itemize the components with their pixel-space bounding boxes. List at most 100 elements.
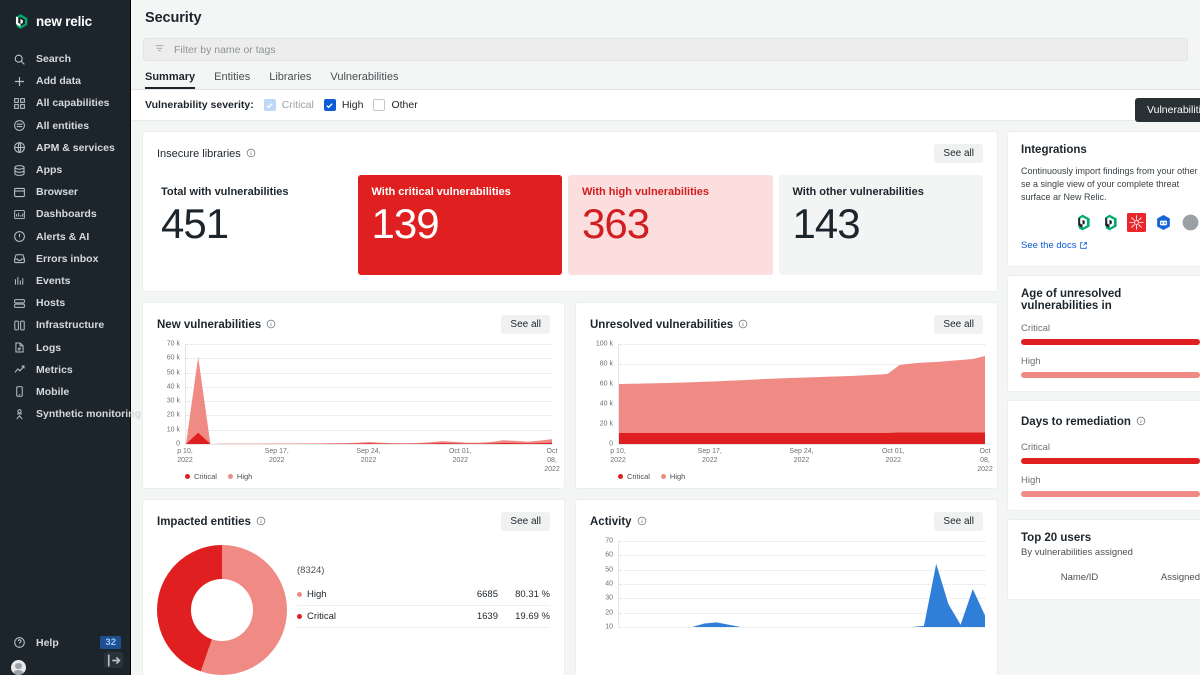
- main-area: Security Filter by name or tags Summary …: [131, 0, 1200, 675]
- x-tick-label: Sep 24, 2022: [789, 448, 814, 464]
- checkbox-critical-label: Critical: [281, 99, 314, 111]
- sidebar-item-infrastructure[interactable]: Infrastructure: [0, 314, 130, 336]
- y-tick-label: 10 k: [166, 426, 180, 434]
- new-vulnerabilities-card: New vulnerabilities See all 0 10 k 20 k 30 …: [142, 302, 565, 489]
- y-tick-label: 80 k: [599, 360, 613, 368]
- sidebar-item-synthetic-monitoring[interactable]: Synthetic monitoring: [0, 403, 141, 425]
- legend-label: High: [307, 589, 327, 600]
- checkbox-other-box: [373, 99, 386, 111]
- checkbox-other[interactable]: Other: [373, 99, 418, 111]
- search-input[interactable]: Filter by name or tags: [143, 38, 1188, 61]
- sidebar-item-label: Synthetic monitoring: [36, 408, 141, 421]
- y-tick-label: 0: [609, 440, 613, 448]
- info-icon[interactable]: [1136, 413, 1146, 431]
- sidebar-item-label: All entities: [36, 119, 90, 132]
- tab-vulnerabilities[interactable]: Vulnerabilities: [330, 71, 398, 89]
- see-all-new-vulnerabilities[interactable]: See all: [501, 315, 550, 334]
- sidebar-item-dashboards[interactable]: Dashboards: [0, 203, 130, 225]
- app-root: new relic Search Add data All capabiliti…: [0, 0, 1200, 675]
- sidebar-item-browser[interactable]: Browser: [0, 181, 130, 203]
- legend-label: High: [669, 472, 686, 481]
- area-series: [186, 356, 552, 444]
- activity-card: Activity See all 10 20 30 40 50 60 70: [575, 499, 998, 675]
- days-to-remediation-label-high: High: [1021, 475, 1041, 487]
- sidebar-item-logs[interactable]: Logs: [0, 336, 130, 358]
- legend-dot: [618, 474, 623, 479]
- checkbox-high[interactable]: High: [323, 99, 363, 111]
- alert-icon: [13, 230, 26, 243]
- dashboard-content: Insecure libraries See all Total with vu…: [131, 121, 1200, 675]
- document-icon: [13, 341, 26, 354]
- new-vulnerabilities-plot[interactable]: 0 10 k 20 k 30 k 40 k 50 k 60 k 70 k: [155, 341, 552, 448]
- sidebar-item-errors-inbox[interactable]: Errors inbox: [0, 248, 130, 270]
- sidebar-item-apps[interactable]: Apps: [0, 159, 130, 181]
- tab-libraries[interactable]: Libraries: [269, 71, 311, 89]
- x-tick-label: Oct 01, 2022: [881, 448, 905, 464]
- legend-item-high[interactable]: High: [227, 472, 252, 481]
- sidebar-item-mobile[interactable]: Mobile: [0, 381, 130, 403]
- chart-legend: Critical High: [606, 472, 997, 481]
- grid-line: [619, 627, 985, 628]
- avatar[interactable]: [11, 660, 26, 675]
- info-icon[interactable]: [738, 316, 748, 334]
- sidebar-item-events[interactable]: Events: [0, 270, 130, 292]
- legend-item-critical[interactable]: Critical: [185, 472, 217, 481]
- donut-legend-row-high[interactable]: High 6685 80.31 %: [297, 584, 550, 606]
- activity-plot[interactable]: 10 20 30 40 50 60 70: [588, 538, 985, 631]
- sidebar-item-metrics[interactable]: Metrics: [0, 359, 130, 381]
- legend-label: Critical: [307, 611, 337, 622]
- y-tick-label: 30 k: [166, 397, 180, 405]
- stat-value: 143: [792, 200, 861, 247]
- donut-chart[interactable]: [157, 545, 287, 675]
- tab-entities[interactable]: Entities: [214, 71, 250, 89]
- info-icon[interactable]: [637, 513, 647, 531]
- sidebar-footer: Help 32: [0, 631, 130, 675]
- y-axis: 10 20 30 40 50 60 70: [588, 538, 616, 631]
- info-icon[interactable]: [256, 513, 266, 531]
- insecure-libraries-title: Insecure libraries: [157, 147, 241, 160]
- stat-total-with-vulnerabilities[interactable]: Total with vulnerabilities 451: [157, 175, 352, 275]
- see-all-activity[interactable]: See all: [934, 512, 983, 531]
- info-icon[interactable]: [266, 316, 276, 334]
- impacted-entities-body: (8324) High 6685 80.31 % Critical 1639 1…: [143, 531, 564, 675]
- tab-summary[interactable]: Summary: [145, 71, 195, 89]
- new-vulnerabilities-header: New vulnerabilities See all: [143, 303, 564, 334]
- sidebar-item-alerts-ai[interactable]: Alerts & AI: [0, 226, 130, 248]
- stat-with-other-vulnerabilities[interactable]: With other vulnerabilities 143: [778, 175, 983, 275]
- checkbox-critical[interactable]: Critical: [263, 99, 314, 111]
- see-all-unresolved-vulnerabilities[interactable]: See all: [934, 315, 983, 334]
- sidebar-item-apm-services[interactable]: APM & services: [0, 137, 130, 159]
- stat-with-high-vulnerabilities[interactable]: With high vulnerabilities 363: [568, 175, 773, 275]
- sidebar-item-label: Dashboards: [36, 208, 97, 221]
- see-all-impacted-entities[interactable]: See all: [501, 512, 550, 531]
- github-icon[interactable]: [1073, 213, 1092, 232]
- sidebar-item-search[interactable]: Search: [0, 48, 130, 70]
- sidebar-item-hosts[interactable]: Hosts: [0, 292, 130, 314]
- legend-dot: [297, 592, 302, 597]
- info-icon[interactable]: [246, 145, 256, 163]
- column-header-assigned[interactable]: Assigned: [1138, 572, 1200, 583]
- stat-with-critical-vulnerabilities[interactable]: With critical vulnerabilities 139: [357, 175, 562, 275]
- collapse-panel-icon[interactable]: [104, 652, 123, 668]
- github-icon[interactable]: [1100, 213, 1119, 232]
- sidebar-item-add-data[interactable]: Add data: [0, 70, 130, 92]
- brand-logo[interactable]: new relic: [0, 0, 130, 42]
- sidebar-item-all-entities[interactable]: All entities: [0, 115, 130, 137]
- snyk-icon[interactable]: [1127, 213, 1146, 233]
- legend-item-critical[interactable]: Critical: [618, 472, 650, 481]
- generic-icon[interactable]: [1181, 213, 1200, 232]
- see-the-docs-link[interactable]: See the docs: [1021, 240, 1088, 251]
- charts-row: New vulnerabilities See all 0 10 k 20 k 30 …: [142, 302, 998, 489]
- vulnerabilities-button[interactable]: Vulnerabilities: [1135, 98, 1200, 122]
- help-badge[interactable]: 32: [100, 636, 121, 649]
- see-all-insecure-libraries[interactable]: See all: [934, 144, 983, 163]
- unresolved-vulnerabilities-plot[interactable]: 0 20 k 40 k 60 k 80 k 100 k: [588, 341, 985, 448]
- legend-label: Critical: [627, 472, 650, 481]
- sidebar-item-all-capabilities[interactable]: All capabilities: [0, 92, 130, 114]
- legend-item-high[interactable]: High: [660, 472, 686, 481]
- y-tick-label: 40 k: [166, 383, 180, 391]
- column-header-name-id[interactable]: Name/ID: [1021, 572, 1138, 583]
- lacework-icon[interactable]: [1154, 213, 1173, 232]
- donut-legend-row-critical[interactable]: Critical 1639 19.69 %: [297, 606, 550, 628]
- plot-area: [185, 344, 552, 445]
